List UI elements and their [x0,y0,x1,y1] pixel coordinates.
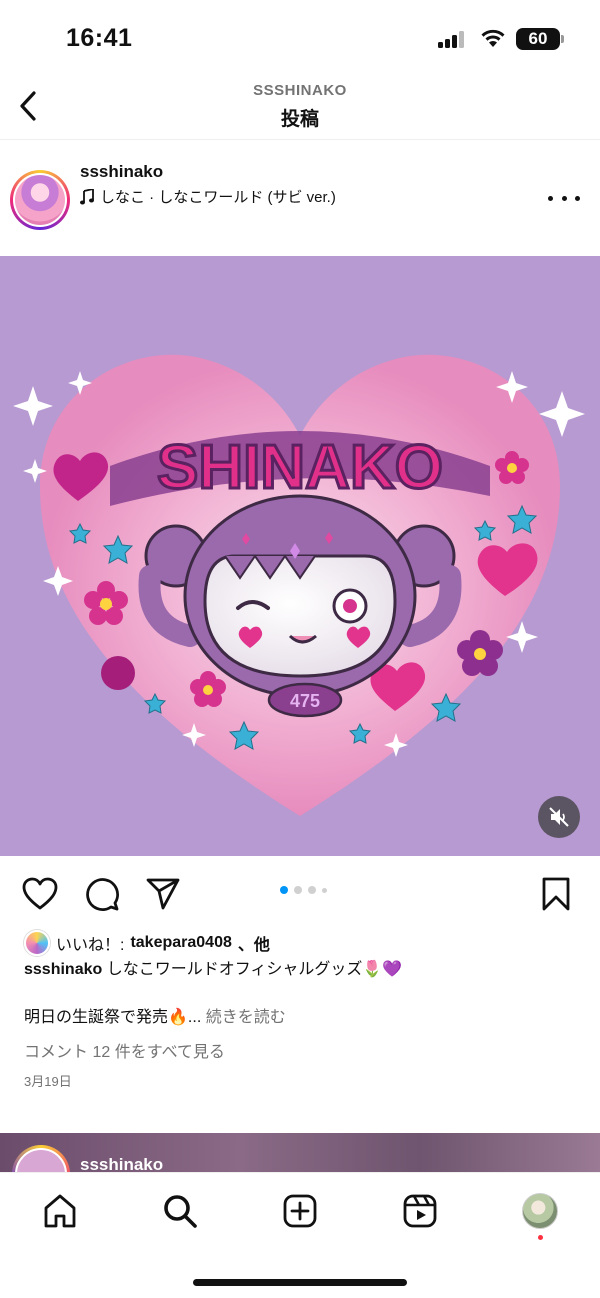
more-horizontal-icon [548,195,553,201]
shinako-logo: SHINAKO [157,433,443,502]
notification-dot [538,1235,543,1240]
post-caption: ssshinako しなこワールドオフィシャルグッズ🌷💜 [24,958,584,982]
next-post-preview[interactable]: ssshinako [0,1133,600,1173]
carousel-dot [322,887,327,893]
post-avatar[interactable] [10,170,70,230]
likes-row[interactable]: いいね！: takepara0408 、他 [24,930,270,956]
top-header: SSSHINAKO 投稿 [0,76,600,140]
music-note-icon [80,188,94,204]
nav-reels-button[interactable] [400,1191,440,1231]
read-more-link[interactable]: 続きを読む [206,1009,286,1026]
wifi-icon [481,29,505,47]
nav-profile-button[interactable] [520,1191,560,1231]
post-music-link[interactable]: しなこ · しなこワールド (サビ ver.) [80,186,336,207]
carousel-dot [280,886,288,894]
post-header: ssshinako しなこ · しなこワールド (サビ ver.) [0,140,600,256]
reels-icon [403,1194,437,1228]
home-indicator [193,1279,407,1286]
comment-button[interactable] [82,874,122,914]
create-plus-icon [283,1194,317,1228]
speaker-muted-icon [549,807,569,827]
bookmark-icon [542,877,570,911]
cellular-signal-icon [438,30,468,48]
search-icon [164,1195,197,1228]
nav-search-button[interactable] [160,1191,200,1231]
next-post-avatar[interactable] [12,1145,70,1173]
more-options-button[interactable] [548,192,580,204]
carousel-dot [308,886,316,894]
page-title: 投稿 [280,109,319,130]
header-username: SSSHINAKO [253,82,347,99]
heart-icon [22,877,58,910]
post-caption-line2: 明日の生誕祭で発売🔥... 続きを読む [24,1006,286,1030]
save-button[interactable] [536,874,576,914]
likes-prefix: いいね！: [56,937,125,954]
likes-user[interactable]: takepara0408 [130,934,231,952]
shinako-artwork: SHINAKO 475 [0,256,600,856]
mute-toggle-button[interactable] [538,796,580,838]
liker-avatar [24,930,50,956]
caption-username[interactable]: ssshinako [24,961,102,978]
like-button[interactable] [20,874,60,914]
view-all-comments-link[interactable]: コメント 12 件をすべて見る [24,1038,225,1062]
caption-text: しなこワールドオフィシャルグッズ🌷💜 [106,961,403,978]
post-actions [0,856,600,926]
share-button[interactable] [143,874,183,914]
paper-plane-icon [146,878,180,910]
status-bar: 16:41 60 [0,0,600,76]
home-icon [44,1194,76,1228]
next-post-username[interactable]: ssshinako [80,1155,163,1173]
caption-line2: 明日の生誕祭で発売🔥... [24,1009,202,1026]
post-music-label: しなこ · しなこワールド (サビ ver.) [100,189,336,206]
status-time: 16:41 [66,24,133,52]
carousel-dot [294,886,302,894]
battery-indicator: 60 [516,28,560,50]
post-username[interactable]: ssshinako [80,162,163,182]
nav-create-button[interactable] [280,1191,320,1231]
likes-suffix[interactable]: 、他 [238,931,270,955]
post-media[interactable]: SHINAKO 475 [0,256,600,856]
nav-home-button[interactable] [40,1191,80,1231]
badge-number: 475 [290,691,320,711]
comment-bubble-icon [86,878,119,911]
post-date: 3月19日 [24,1074,72,1089]
profile-avatar [522,1193,558,1229]
battery-cap [561,35,564,43]
carousel-indicator [280,886,327,894]
